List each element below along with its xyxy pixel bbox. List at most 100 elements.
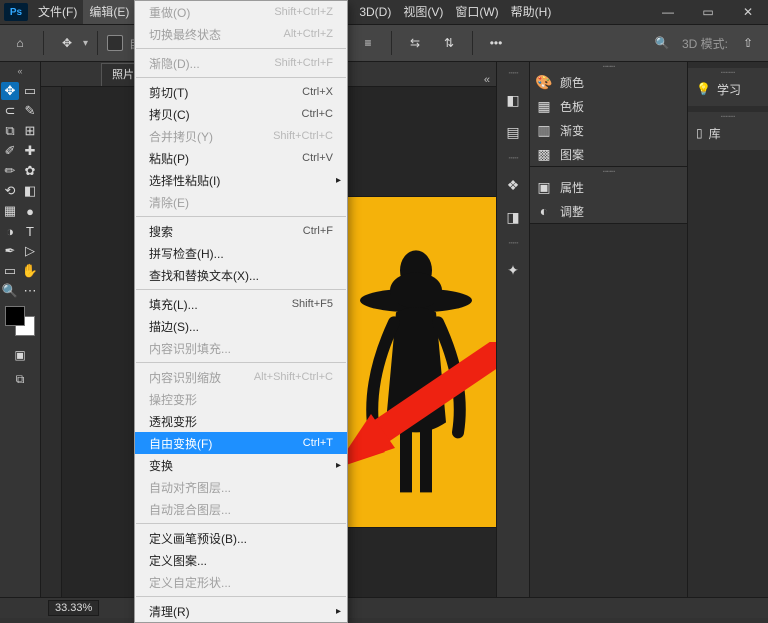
menu-bar: Ps 文件(F) 编辑(E) 3D(D) 视图(V) 窗口(W) 帮助(H) ―…	[0, 0, 768, 25]
move-tool[interactable]: ✥	[1, 82, 19, 100]
menu-spell[interactable]: 拼写检查(H)...	[135, 242, 347, 264]
edit-toolbar[interactable]: ⋯	[21, 282, 39, 300]
window-close[interactable]: ✕	[728, 0, 768, 24]
menu-puppet-warp[interactable]: 操控变形	[135, 388, 347, 410]
marquee-tool[interactable]: ▭	[21, 82, 39, 100]
menu-cut[interactable]: 剪切(T)Ctrl+X	[135, 81, 347, 103]
menu-define-pattern[interactable]: 定义图案...	[135, 549, 347, 571]
grid-icon: ▦	[536, 98, 552, 114]
shape-tool[interactable]: ▭	[1, 262, 19, 280]
eyedropper-tool[interactable]: ✐	[1, 142, 19, 160]
share-icon[interactable]: ⇧	[734, 29, 762, 57]
path-select-tool[interactable]: ▷	[21, 242, 39, 260]
type-tool[interactable]: T	[21, 222, 39, 240]
menu-content-fill[interactable]: 内容识别填充...	[135, 337, 347, 359]
silhouette-figure	[346, 242, 486, 502]
menu-define-shape[interactable]: 定义自定形状...	[135, 571, 347, 593]
quick-select-tool[interactable]: ✎	[21, 102, 39, 120]
menu-content-scale[interactable]: 内容识别缩放Alt+Shift+Ctrl+C	[135, 366, 347, 388]
align-bottom-icon[interactable]: ≡	[354, 29, 382, 57]
menu-copy[interactable]: 拷贝(C)Ctrl+C	[135, 103, 347, 125]
brush-tool[interactable]: ✏	[1, 162, 19, 180]
menu-help[interactable]: 帮助(H)	[505, 0, 558, 24]
color-swatches[interactable]	[5, 306, 35, 336]
menu-search[interactable]: 搜索Ctrl+F	[135, 220, 347, 242]
eraser-tool[interactable]: ◧	[21, 182, 39, 200]
blur-tool[interactable]: ●	[21, 202, 39, 220]
swatches-panel-icon[interactable]: ▤	[502, 121, 524, 143]
menu-file[interactable]: 文件(F)	[32, 0, 83, 24]
menu-paste[interactable]: 粘贴(P)Ctrl+V	[135, 147, 347, 169]
stamp-tool[interactable]: ✿	[21, 162, 39, 180]
edit-menu-dropdown: 重做(O)Shift+Ctrl+Z 切换最终状态Alt+Ctrl+Z 渐隐(D)…	[134, 0, 348, 623]
menu-clear[interactable]: 清除(E)	[135, 191, 347, 213]
zoom-tool[interactable]: 🔍	[1, 282, 19, 300]
window-minimize[interactable]: ―	[648, 0, 688, 24]
panel-swatches[interactable]: ▦色板	[530, 94, 687, 118]
menu-stroke[interactable]: 描边(S)...	[135, 315, 347, 337]
gradient-icon: ▥	[536, 122, 552, 138]
toolbox-collapse-icon[interactable]: «	[4, 64, 36, 78]
menu-edit[interactable]: 编辑(E)	[83, 0, 135, 24]
panel-properties[interactable]: ▣属性	[530, 175, 687, 199]
menu-view[interactable]: 视图(V)	[397, 0, 449, 24]
pen-tool[interactable]: ✒	[1, 242, 19, 260]
zoom-value[interactable]: 33.33%	[48, 600, 99, 616]
distribute-h-icon[interactable]: ⇆	[401, 29, 429, 57]
layers-panel-icon[interactable]: ❖	[502, 174, 524, 196]
menu-copy-merged[interactable]: 合并拷贝(Y)Shift+Ctrl+C	[135, 125, 347, 147]
screenmode-icon[interactable]: ⧉	[11, 370, 29, 388]
menu-find-replace[interactable]: 查找和替换文本(X)...	[135, 264, 347, 286]
menu-auto-align[interactable]: 自动对齐图层...	[135, 476, 347, 498]
panel-learn[interactable]: 💡学习	[688, 76, 768, 102]
panel-gradients[interactable]: ▥渐变	[530, 118, 687, 142]
menu-purge[interactable]: 清理(R)	[135, 600, 347, 622]
dodge-tool[interactable]: ◑	[1, 222, 19, 240]
lasso-tool[interactable]: ⊂	[1, 102, 19, 120]
home-icon[interactable]: ⌂	[6, 29, 34, 57]
toolbox: « ✥ ▭ ⊂ ✎ ⧉ ⊞ ✐ ✚ ✏ ✿ ⟲ ◧ ▦ ● ◑ T ✒ ▷ ▭ …	[0, 62, 41, 597]
panel-color[interactable]: 🎨颜色	[530, 70, 687, 94]
tab-bar-collapse-icon[interactable]: «	[478, 74, 496, 86]
panel-patterns[interactable]: ▩图案	[530, 142, 687, 166]
channels-panel-icon[interactable]: ◨	[502, 206, 524, 228]
panel-adjustments[interactable]: ◐调整	[530, 199, 687, 223]
menu-define-brush[interactable]: 定义画笔预设(B)...	[135, 527, 347, 549]
search-icon[interactable]: 🔍	[648, 29, 676, 57]
history-brush-tool[interactable]: ⟲	[1, 182, 19, 200]
more-icon[interactable]: •••	[482, 29, 510, 57]
menu-auto-blend[interactable]: 自动混合图层...	[135, 498, 347, 520]
pattern-icon: ▩	[536, 146, 552, 162]
crop-tool[interactable]: ⧉	[1, 122, 19, 140]
distribute-v-icon[interactable]: ⇅	[435, 29, 463, 57]
hand-tool[interactable]: ✋	[21, 262, 39, 280]
menu-paste-special[interactable]: 选择性粘贴(I)	[135, 169, 347, 191]
panel-group-grip[interactable]: ┄┄┄	[530, 62, 687, 70]
move-tool-icon[interactable]: ✥	[53, 29, 81, 57]
autoselect-checkbox[interactable]	[107, 35, 123, 51]
options-bar: ⌂ ✥▾ 自动选 ▯▯ ╪ ▯▯ ≡ ≣ ≡ ⇆ ⇅ ••• 🔍 3D 模式: …	[0, 25, 768, 62]
menu-toggle-last[interactable]: 切换最终状态Alt+Ctrl+Z	[135, 23, 347, 45]
paths-panel-icon[interactable]: ✦	[502, 259, 524, 281]
gradient-tool[interactable]: ▦	[1, 202, 19, 220]
menu-3d[interactable]: 3D(D)	[353, 0, 397, 24]
menu-free-transform[interactable]: 自由变换(F)Ctrl+T	[135, 432, 347, 454]
frame-tool[interactable]: ⊞	[21, 122, 39, 140]
foreground-color[interactable]	[5, 306, 25, 326]
panels-column-left: ┄┄ ◧ ▤ ┄┄ ❖ ◨ ┄┄ ✦ ┄┄┄ 🎨颜色 ▦色板 ▥渐变 ▩图案 ┄…	[496, 62, 687, 597]
menu-window[interactable]: 窗口(W)	[449, 0, 504, 24]
heal-tool[interactable]: ✚	[21, 142, 39, 160]
color-panel-icon[interactable]: ◧	[502, 89, 524, 111]
menu-fade[interactable]: 渐隐(D)...Shift+Ctrl+F	[135, 52, 347, 74]
palette-icon: 🎨	[536, 74, 552, 90]
3d-mode-label: 3D 模式:	[682, 35, 728, 52]
panel-grip-icon[interactable]: ┄┄	[509, 68, 518, 79]
menu-redo[interactable]: 重做(O)Shift+Ctrl+Z	[135, 1, 347, 23]
panel-libraries[interactable]: ▯库	[688, 120, 768, 146]
menu-perspective-warp[interactable]: 透视变形	[135, 410, 347, 432]
menu-fill[interactable]: 填充(L)...Shift+F5	[135, 293, 347, 315]
quickmask-icon[interactable]: ▣	[11, 346, 29, 364]
panel-group-grip[interactable]: ┄┄┄	[530, 167, 687, 175]
menu-transform[interactable]: 变换	[135, 454, 347, 476]
window-maximize[interactable]: ▭	[688, 0, 728, 24]
